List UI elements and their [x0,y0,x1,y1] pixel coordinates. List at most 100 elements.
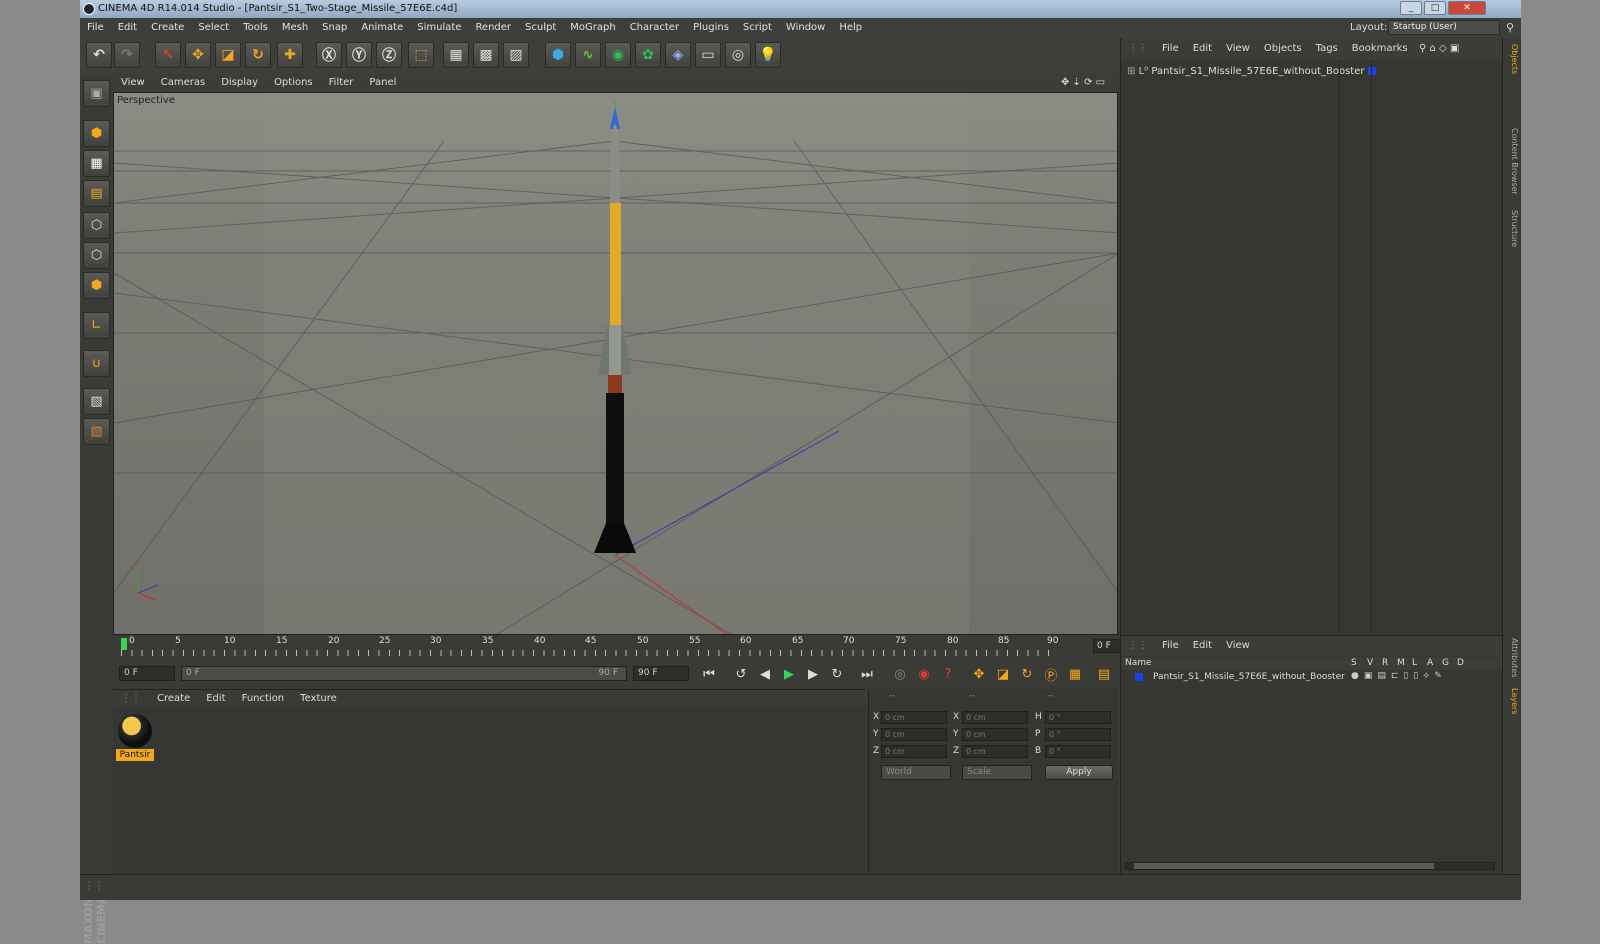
material-menu-function[interactable]: Function [234,690,293,707]
keyframe-selection-icon[interactable]: ? [937,663,959,685]
deformer-icon[interactable]: ◈ [665,42,691,68]
z-axis-icon[interactable]: Ⓩ [376,42,402,68]
playhead[interactable] [121,638,127,650]
key-rotation-icon[interactable]: ↻ [1016,663,1038,685]
timeline-window-icon[interactable]: ▤ [1093,663,1115,685]
edges-mode-icon[interactable]: ⬡ [83,242,110,269]
lm-menu-edit[interactable]: Edit [1186,636,1219,656]
om-menu-view[interactable]: View [1219,38,1257,60]
menu-sculpt[interactable]: Sculpt [518,18,563,38]
size-mode-dropdown[interactable]: Scale [962,765,1032,780]
axis-mode-icon[interactable]: ∟ [83,312,110,339]
previous-key-icon[interactable]: ↺ [730,663,752,685]
om-menu-tags[interactable]: Tags [1309,38,1345,60]
horizontal-scrollbar[interactable] [1125,862,1495,870]
material-menu-edit[interactable]: Edit [198,690,233,707]
next-frame-icon[interactable]: ▶ [802,663,824,685]
tab-objects[interactable]: Objects [1505,44,1519,74]
size-y-field[interactable]: 0 cm [962,728,1028,741]
workplane-mode-icon[interactable]: ▤ [83,180,110,207]
apply-button[interactable]: Apply [1045,765,1113,780]
make-editable-icon[interactable]: ▣ [83,80,110,107]
autokey-icon[interactable]: ◉ [913,663,935,685]
tab-structure[interactable]: Structure [1505,210,1519,247]
go-to-start-icon[interactable]: ⏮ [698,663,720,685]
x-axis-icon[interactable]: Ⓧ [316,42,342,68]
om-menu-edit[interactable]: Edit [1186,38,1219,60]
menu-window[interactable]: Window [779,18,832,38]
render-settings-icon[interactable]: ▨ [503,42,529,68]
render-picture-viewer-icon[interactable]: ▩ [473,42,499,68]
light-icon[interactable]: 💡 [755,42,781,68]
frame-range-slider[interactable]: 0 F 90 F [181,666,627,681]
menu-mograph[interactable]: MoGraph [563,18,622,38]
search-icon[interactable]: ⚲ [1506,18,1514,38]
viewport-menu-options[interactable]: Options [266,74,321,92]
position-z-field[interactable]: 0 cm [881,745,947,758]
layer-color-swatch[interactable] [1135,672,1143,682]
layout-dropdown[interactable]: Startup (User) [1388,20,1500,35]
camera-icon[interactable]: ◎ [725,42,751,68]
lm-menu-file[interactable]: File [1155,636,1186,656]
layer-row[interactable]: Pantsir_S1_Missile_57E6E_without_Booster… [1121,671,1503,684]
next-key-icon[interactable]: ↻ [826,663,848,685]
menu-snap[interactable]: Snap [315,18,354,38]
start-frame-field[interactable]: 0 F [119,666,175,681]
texture-mode-icon[interactable]: ▦ [83,150,110,177]
material-menu-create[interactable]: Create [149,690,198,707]
menu-select[interactable]: Select [191,18,236,38]
points-mode-icon[interactable]: ⬡ [83,212,110,239]
viewport-menu-filter[interactable]: Filter [321,74,362,92]
locked-workplane-icon[interactable]: ▧ [83,418,110,445]
rotation-h-field[interactable]: 0 ° [1045,711,1111,724]
menu-file[interactable]: File [80,18,111,38]
position-y-field[interactable]: 0 cm [881,728,947,741]
nurbs-icon[interactable]: ◉ [605,42,631,68]
position-x-field[interactable]: 0 cm [881,711,947,724]
coordinate-space-dropdown[interactable]: World [881,765,951,780]
key-pla-icon[interactable]: ▦ [1064,663,1086,685]
tab-content-browser[interactable]: Content Browser [1505,128,1519,195]
viewport-menu-display[interactable]: Display [213,74,266,92]
om-toolbar-icons[interactable]: ⚲ ⌂ ◇ ▣ [1419,38,1459,60]
go-to-end-icon[interactable]: ⏭ [856,663,878,685]
minimize-button[interactable]: _ [1400,1,1422,15]
workplane-grid-icon[interactable]: ▧ [83,388,110,415]
scale-icon[interactable]: ◪ [215,42,241,68]
play-icon[interactable]: ▶ [778,663,800,685]
perspective-viewport[interactable]: Perspective [113,92,1118,635]
om-menu-objects[interactable]: Objects [1257,38,1309,60]
material-swatch[interactable]: Pantsir [116,713,154,761]
model-mode-icon[interactable]: ⬢ [83,120,110,147]
live-selection-icon[interactable]: ↖ [155,42,181,68]
polygons-mode-icon[interactable]: ⬢ [83,272,110,299]
layer-toggle-icons[interactable]: ●▣▤⊏▯▯⟡✎ [1351,671,1447,681]
tab-attributes[interactable]: Attributes [1505,638,1519,678]
size-x-field[interactable]: 0 cm [962,711,1028,724]
spline-icon[interactable]: ∿ [575,42,601,68]
record-keys-icon[interactable]: ◎ [889,663,911,685]
maximize-button[interactable]: □ [1424,1,1446,15]
coordinate-system-icon[interactable]: ⬚ [408,42,434,68]
move-icon[interactable]: ✥ [185,42,211,68]
close-button[interactable]: ✕ [1448,1,1486,15]
transform-icon[interactable]: ✚ [277,42,303,68]
previous-frame-icon[interactable]: ◀ [754,663,776,685]
menu-script[interactable]: Script [736,18,779,38]
cube-icon[interactable]: ⬢ [545,42,571,68]
magnet-icon[interactable]: ∪ [83,350,110,377]
key-parameter-icon[interactable]: Ⓟ [1040,663,1062,685]
key-scale-icon[interactable]: ◪ [992,663,1014,685]
menu-character[interactable]: Character [623,18,686,38]
menu-edit[interactable]: Edit [111,18,144,38]
viewport-menu-cameras[interactable]: Cameras [153,74,213,92]
tab-layers[interactable]: Layers [1505,688,1519,714]
menu-tools[interactable]: Tools [236,18,275,38]
menu-help[interactable]: Help [832,18,869,38]
menu-simulate[interactable]: Simulate [410,18,468,38]
key-position-icon[interactable]: ✥ [968,663,990,685]
size-z-field[interactable]: 0 cm [962,745,1028,758]
timeline-ruler[interactable]: 0 5 10 15 20 25 30 35 40 45 50 55 60 65 … [113,636,1148,658]
undo-icon[interactable]: ↶ [86,42,112,68]
material-menu-texture[interactable]: Texture [292,690,345,707]
